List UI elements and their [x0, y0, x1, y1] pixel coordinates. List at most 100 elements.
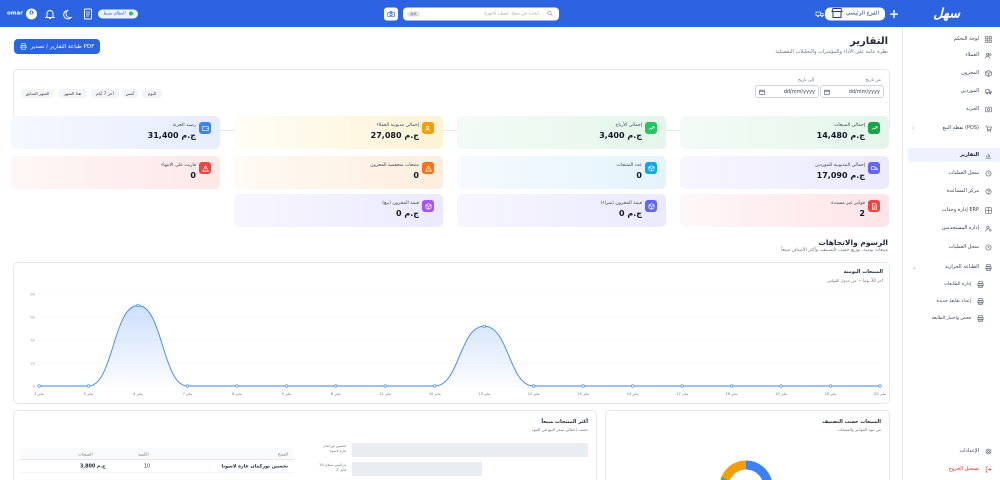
log-icon [985, 244, 992, 250]
stat-icon-box [422, 122, 434, 134]
sidebar-item-6[interactable]: التقارير [906, 148, 1000, 162]
document-button[interactable] [82, 8, 94, 20]
sidebar-item-label: الطباعة الحرارية [944, 264, 979, 270]
help-icon [985, 188, 992, 194]
x-tick-label: يناير 15 [577, 392, 589, 396]
x-tick-label: يناير 14 [627, 392, 639, 396]
data-point[interactable] [136, 303, 140, 308]
stat-card[interactable]: إجمالي الأرباح 3,400 ج.م [457, 116, 666, 149]
dark-mode-toggle[interactable] [63, 8, 75, 20]
sidebar-subitem-label: إعداد طابعة جديدة [936, 298, 971, 304]
stat-title: رصيد الخزنة [172, 123, 196, 128]
notifications-button[interactable] [44, 8, 56, 20]
quick-filter-yesterday[interactable]: أمس [122, 89, 138, 98]
printer-icon [977, 314, 984, 322]
stat-title: إجمالي المديونية للموردين [815, 163, 865, 168]
store-icon [831, 8, 843, 18]
stat-card[interactable]: رصيد الخزنة 31,400 ج.م [11, 116, 220, 149]
sidebar-logout-button[interactable]: تسجيل الخروج [908, 462, 994, 476]
data-point[interactable] [433, 384, 437, 388]
stat-value: 0 [413, 171, 419, 180]
stat-card[interactable]: قاربت على الانتهاء 0 [11, 156, 220, 189]
safe-icon [985, 106, 992, 112]
branch-selector[interactable]: الفرع الرئيسي [825, 7, 885, 20]
sidebar-item-8[interactable]: مركز المساعدة [908, 184, 994, 198]
global-search[interactable]: ⌘K ابحث عن منتج، عميل، فاتورة... [403, 7, 559, 20]
charts-section-subtitle: مبيعات يومية، توزيع حسب التصنيف، وأكثر ا… [781, 248, 888, 253]
sidebar-settings-button[interactable]: الإعدادات [908, 444, 994, 458]
sidebar-item-label: الخزنة [966, 106, 979, 112]
sidebar-item-4[interactable]: الخزنة [908, 102, 994, 116]
stat-card[interactable]: إجمالي مديونية العملاء 27,080 ج.م [234, 116, 443, 149]
sidebar-item-11[interactable]: سجل العمليات [908, 240, 994, 254]
sidebar-item-3[interactable]: الموردين [908, 84, 994, 98]
stat-card[interactable]: قيمة المخزون (شراء) 0 ج.م [457, 194, 666, 227]
data-point[interactable] [383, 384, 387, 388]
stat-icon-box [645, 162, 657, 174]
sidebar-subitem-1[interactable]: إعداد طابعة جديدة [900, 294, 986, 308]
data-point[interactable] [284, 384, 288, 388]
print-report-button[interactable]: طباعة التقارير / تصدير PDF [14, 39, 100, 54]
data-point[interactable] [532, 384, 536, 388]
sidebar-item-0[interactable]: لوحة التحكم [908, 32, 994, 46]
sidebar-subitem-2[interactable]: فحص واختبار الطابعة [900, 311, 986, 325]
data-point[interactable] [185, 384, 190, 388]
data-point[interactable] [631, 384, 635, 388]
sidebar-item-9[interactable]: إدارة وحدات ERP [908, 203, 994, 217]
sidebar-item-12[interactable]: ⌄ الطباعة الحرارية [908, 260, 994, 274]
sidebar-item-7[interactable]: سجل العمليات [908, 166, 994, 180]
data-point[interactable] [86, 384, 91, 388]
data-point[interactable] [878, 384, 882, 388]
stat-card[interactable]: إجمالي المديونية للموردين 17,090 ج.م [680, 156, 889, 189]
data-point[interactable] [729, 384, 734, 388]
data-point[interactable] [37, 384, 41, 388]
data-point[interactable] [334, 384, 338, 388]
to-date-input[interactable]: dd/mm/yyyy [755, 85, 819, 98]
camera-scan-button[interactable] [384, 7, 398, 20]
app-logo[interactable]: سهل [933, 6, 960, 21]
stat-title: إجمالي المبيعات [834, 123, 865, 128]
table-row[interactable]: تحسين توركمان غارة لاسونا 10 3,800 ج.م [20, 461, 294, 473]
search-icon [547, 10, 553, 17]
user-menu[interactable]: omar O [7, 8, 37, 19]
quick-filter-7days[interactable]: آخر 7 أيام [91, 89, 119, 98]
stat-card[interactable]: منتجات منخفضة المخزون 0 [234, 156, 443, 189]
stat-title: قاربت على الانتهاء [161, 163, 196, 168]
sidebar-item-10[interactable]: إدارة المستخدمين [908, 221, 994, 235]
sidebar-subitem-0[interactable]: إدارة الطابعات [900, 277, 986, 291]
sidebar-item-5[interactable]: ‹ نقطة البيع (POS) [908, 121, 994, 135]
x-tick-label: يناير 12 [528, 392, 540, 396]
avatar: O [25, 8, 37, 19]
settings-icon [985, 448, 992, 454]
stat-card[interactable]: إجمالي المبيعات 14,480 ج.م [680, 116, 889, 149]
stat-title: قيمة المخزون (شراء) [600, 201, 642, 206]
sidebar-item-2[interactable]: المخزون [908, 66, 994, 80]
data-point[interactable] [779, 384, 783, 388]
box-icon [985, 69, 992, 77]
data-point[interactable] [581, 384, 585, 388]
history-icon [985, 170, 992, 176]
stat-card[interactable]: فواتير غير مسددة 2 [680, 194, 889, 227]
quick-filter-today[interactable]: اليوم [142, 89, 162, 98]
delivery-icon[interactable] [813, 8, 827, 20]
product-bar-label-2: بنزاليس سيلان 15 قابل 5 [319, 463, 346, 472]
from-date-input[interactable]: dd/mm/yyyy [820, 85, 884, 98]
y-tick-label: 2k [30, 361, 35, 366]
stat-icon-box [422, 200, 434, 212]
data-point[interactable] [828, 384, 833, 388]
quick-filter-this-month[interactable]: هذا الشهر [58, 89, 87, 98]
category-sales-subtitle: من بنود الفواتير والمنتجات [837, 427, 881, 432]
data-point[interactable] [680, 384, 684, 388]
data-point[interactable] [235, 384, 239, 388]
donut-segment-orange [720, 460, 747, 480]
quick-filter-last-month[interactable]: الشهر السابق [21, 89, 54, 98]
x-tick-label: يناير 16 [726, 392, 738, 396]
sidebar-item-label: نقطة البيع (POS) [942, 125, 979, 131]
sidebar-item-1[interactable]: العملاء [908, 48, 994, 62]
data-point[interactable] [482, 324, 486, 328]
top-products-panel: أكثر المنتجات مبيعاً حسب إجمالي سعر البي… [13, 410, 597, 480]
stat-card[interactable]: قيمة المخزون (بيع) 0 ج.م [234, 194, 443, 227]
sidebar-subitem-label: إدارة الطابعات [943, 281, 971, 287]
stat-card[interactable]: عدد المنتجات 0 [457, 156, 666, 189]
add-icon[interactable]: + [888, 7, 900, 21]
